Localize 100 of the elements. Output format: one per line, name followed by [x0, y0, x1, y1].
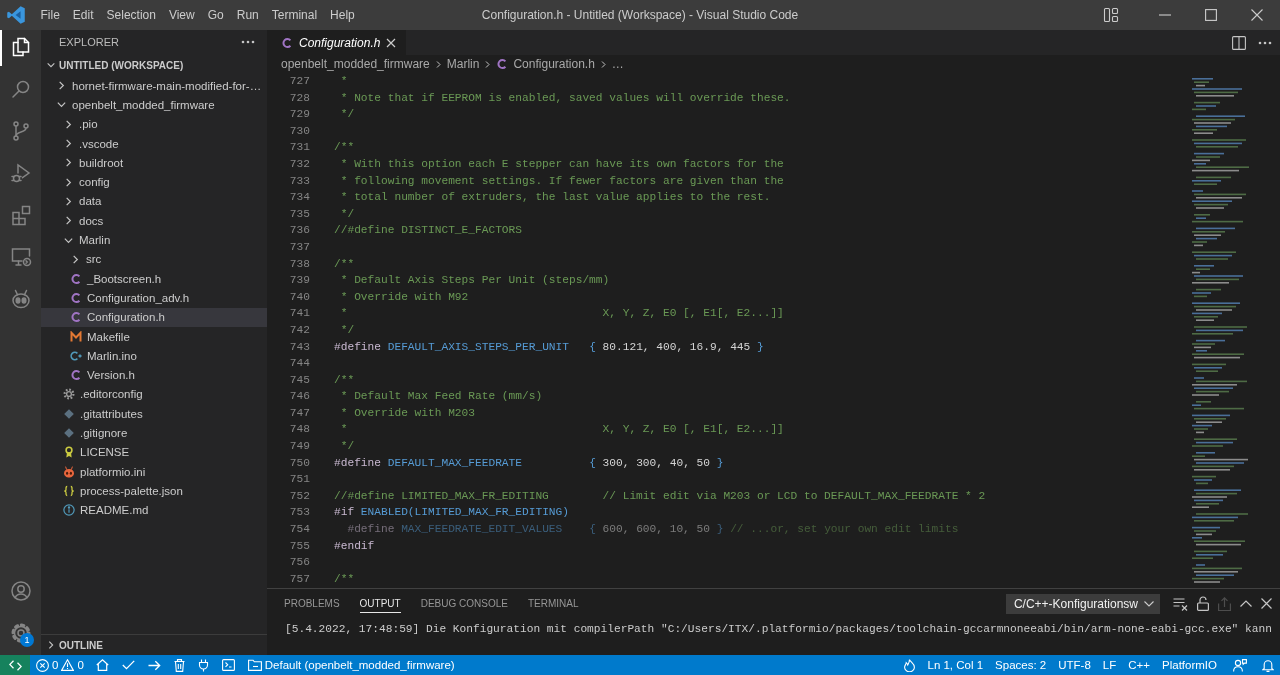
- folder-item[interactable]: .vscode: [41, 133, 267, 154]
- makefile-icon: [70, 330, 82, 343]
- menu-item[interactable]: Go: [201, 5, 231, 25]
- more-icon[interactable]: [1258, 40, 1272, 45]
- tree-item[interactable]: _Bootscreen.h: [41, 268, 267, 289]
- line-number: 731: [289, 141, 310, 154]
- folder-item[interactable]: config: [41, 172, 267, 192]
- tree-item[interactable]: .gitattributes: [41, 404, 267, 424]
- editor-tab[interactable]: Configuration.h: [267, 30, 407, 55]
- status-item[interactable]: LF: [1096, 655, 1123, 675]
- code-line: #define DEFAULT_MAX_FEEDRATE { 300, 300, 40, 50 }: [334, 456, 724, 469]
- output-channel-dropdown[interactable]: C/C++-Konfigurationsw: [1005, 593, 1160, 614]
- run-debug-icon[interactable]: [8, 161, 33, 185]
- folder-item[interactable]: buildroot: [41, 153, 267, 173]
- line-number: 737: [289, 240, 310, 253]
- menu-item[interactable]: File: [34, 5, 67, 25]
- folder-item[interactable]: src: [41, 249, 267, 269]
- section-header[interactable]: UNTITLED (WORKSPACE): [41, 54, 267, 76]
- status-item[interactable]: UTF-8: [1052, 655, 1097, 675]
- breadcrumb-item[interactable]: …: [611, 57, 624, 71]
- code-line: /**: [334, 141, 355, 154]
- tree-item[interactable]: README.md: [41, 500, 267, 520]
- menu-item[interactable]: Terminal: [265, 5, 324, 25]
- check-icon[interactable]: [122, 660, 136, 670]
- layout-icon[interactable]: [1103, 7, 1119, 23]
- more-icon[interactable]: [241, 40, 255, 44]
- menu-item[interactable]: Help: [323, 5, 362, 25]
- breadcrumb-item[interactable]: Configuration.h: [496, 57, 595, 71]
- status-item[interactable]: PlatformIO: [1156, 655, 1223, 675]
- caret-icon: [1144, 600, 1154, 607]
- status-item[interactable]: Spaces: 2: [989, 655, 1053, 675]
- problems-item[interactable]: 0 0: [30, 655, 90, 675]
- folder-icon: [247, 659, 262, 671]
- arrow-right-icon[interactable]: [148, 659, 162, 671]
- folder-item[interactable]: hornet-firmware-main-modified-for-…: [41, 76, 267, 96]
- panel-tab[interactable]: DEBUG CONSOLE: [420, 594, 508, 613]
- alien-icon: [63, 465, 75, 478]
- breadcrumb-item[interactable]: Marlin: [446, 57, 480, 71]
- panel-tab[interactable]: TERMINAL: [527, 594, 579, 613]
- remote-indicator[interactable]: [0, 655, 30, 675]
- line-number: 739: [289, 274, 310, 287]
- code-line: * Override with M92: [339, 290, 469, 303]
- tree-item[interactable]: Makefile: [41, 326, 267, 347]
- tree-item[interactable]: process-palette.json: [41, 481, 267, 501]
- home-icon[interactable]: [96, 659, 110, 671]
- terminal-icon[interactable]: [222, 659, 236, 671]
- line-number: 733: [289, 174, 310, 187]
- menu-item[interactable]: Edit: [66, 5, 101, 25]
- plug-icon[interactable]: [198, 658, 210, 672]
- info-icon: [63, 504, 75, 517]
- maximize-icon[interactable]: [1205, 9, 1217, 21]
- flame-icon[interactable]: [904, 658, 915, 672]
- chevron-up-icon[interactable]: [1240, 600, 1252, 607]
- folder-item[interactable]: Marlin: [41, 230, 267, 250]
- code-line: * Default Axis Steps Per Unit (steps/mm): [339, 274, 610, 287]
- clear-output-icon[interactable]: [1173, 596, 1188, 611]
- trash-icon[interactable]: [174, 658, 186, 672]
- tree-item[interactable]: Configuration.h: [41, 307, 267, 327]
- tree-item[interactable]: Version.h: [41, 365, 267, 385]
- notification-badge: 1: [20, 633, 34, 647]
- code-line: * Override with M203: [339, 406, 475, 419]
- status-item[interactable]: C++: [1122, 655, 1157, 675]
- environment-item[interactable]: Default (openbelt_modded_firmware): [241, 655, 461, 675]
- panel-tab[interactable]: OUTPUT: [359, 594, 401, 613]
- line-number: 738: [289, 257, 310, 270]
- unlock-icon[interactable]: [1197, 596, 1209, 611]
- c-plus-file-icon: [70, 349, 82, 362]
- folder-item[interactable]: .pio: [41, 114, 267, 134]
- code-line: * With this option each E stepper can have its own factors for the: [339, 157, 784, 170]
- diamond-icon: [63, 427, 75, 439]
- tree-item[interactable]: platformio.ini: [41, 461, 267, 482]
- folder-item[interactable]: docs: [41, 211, 267, 231]
- panel-tab[interactable]: PROBLEMS: [284, 594, 340, 613]
- tree-item[interactable]: .editorconfig: [41, 384, 267, 405]
- close-icon[interactable]: [1261, 598, 1272, 609]
- close-icon[interactable]: [1251, 9, 1263, 21]
- menu-item[interactable]: View: [162, 5, 202, 25]
- split-editor-icon[interactable]: [1232, 35, 1246, 50]
- tree-item[interactable]: LICENSE: [41, 442, 267, 462]
- line-number: 740: [289, 290, 310, 303]
- tree-item[interactable]: .gitignore: [41, 423, 267, 443]
- code-line: *: [339, 75, 348, 87]
- menu-item[interactable]: Run: [230, 5, 266, 25]
- feedback-icon[interactable]: [1233, 658, 1247, 672]
- folder-item[interactable]: data: [41, 191, 267, 212]
- bell-icon[interactable]: [1261, 658, 1274, 672]
- tree-item[interactable]: Marlin.ino: [41, 346, 267, 366]
- account-icon[interactable]: [8, 578, 33, 603]
- error-icon: [36, 658, 49, 672]
- menu-item[interactable]: Selection: [100, 5, 163, 25]
- code-line: #if ENABLED(LIMITED_MAX_FR_EDITING): [334, 506, 569, 519]
- code-line: //#define LIMITED_MAX_FR_EDITING // Limit edit via M203 or LCD to DEFAULT_MAX_FEEDRATE * 2: [334, 489, 986, 502]
- tree-item[interactable]: Configuration_adv.h: [41, 288, 267, 308]
- line-number: 728: [289, 91, 310, 104]
- close-icon[interactable]: [386, 37, 397, 48]
- status-item[interactable]: Ln 1, Col 1: [921, 655, 990, 675]
- breadcrumb-item[interactable]: openbelt_modded_firmware: [281, 57, 430, 71]
- code-line: /**: [334, 373, 355, 386]
- folder-item[interactable]: openbelt_modded_firmware: [41, 95, 267, 115]
- code-line: * Default Max Feed Rate (mm/s): [339, 390, 543, 403]
